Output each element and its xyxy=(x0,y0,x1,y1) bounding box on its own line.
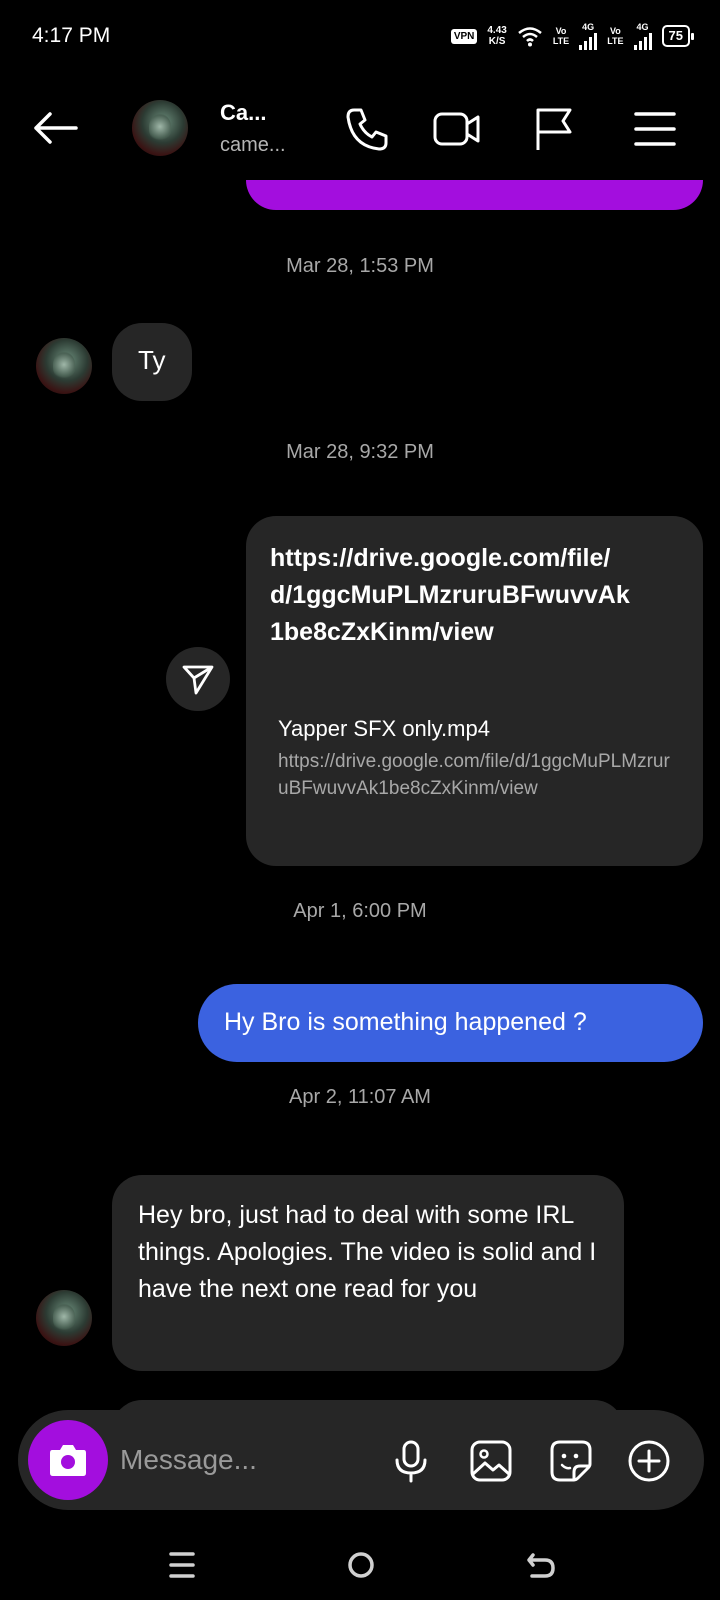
chat-header: Ca... came... xyxy=(0,80,720,180)
sticker-button[interactable] xyxy=(548,1438,594,1484)
back-button[interactable] xyxy=(28,106,84,150)
microphone-icon xyxy=(395,1440,427,1483)
recent-apps-button[interactable] xyxy=(157,1540,207,1590)
incoming-message-bubble-partial[interactable] xyxy=(112,1400,624,1410)
sticker-icon xyxy=(550,1440,592,1482)
plus-icon xyxy=(628,1440,670,1482)
sim1-volte-label: Vo LTE xyxy=(553,26,569,46)
vpn-badge: VPN xyxy=(450,28,478,44)
contact-username[interactable]: came... xyxy=(220,134,286,157)
video-call-button[interactable] xyxy=(432,104,482,154)
recent-apps-icon xyxy=(169,1552,195,1578)
status-bar: 4:17 PM VPN 4.43 K/S Vo LTE 4G Vo LTE 4G xyxy=(0,0,720,72)
report-button[interactable] xyxy=(530,104,580,154)
camera-button[interactable] xyxy=(28,1420,108,1500)
status-time: 4:17 PM xyxy=(32,24,111,47)
sim2-signal-icon xyxy=(633,32,652,50)
network-speed-unit: K/S xyxy=(488,36,506,47)
link-preview-title[interactable]: Yapper SFX only.mp4 xyxy=(278,716,490,742)
outgoing-message-bubble-partial[interactable] xyxy=(246,180,703,210)
link-preview-url[interactable]: https://drive.google.com/file/d/1ggcMuPL… xyxy=(278,748,678,802)
timestamp: Mar 28, 9:32 PM xyxy=(286,441,434,463)
outgoing-message-bubble[interactable]: Hy Bro is something happened ? xyxy=(198,984,703,1062)
wifi-icon xyxy=(518,27,542,47)
network-speed: 4.43 K/S xyxy=(487,25,506,47)
contact-name[interactable]: Ca... xyxy=(220,100,266,126)
voice-call-button[interactable] xyxy=(342,104,392,154)
message-input[interactable] xyxy=(120,1440,370,1480)
menu-icon xyxy=(634,112,676,146)
message-thread[interactable]: Mar 28, 1:53 PM Ty Mar 28, 9:32 PM https… xyxy=(0,180,720,1410)
link-message-card[interactable]: https://drive.google.com/file/d/1ggcMuPL… xyxy=(246,516,703,866)
timestamp: Apr 2, 11:07 AM xyxy=(289,1086,431,1108)
home-icon xyxy=(348,1552,374,1578)
battery-icon: 75 xyxy=(661,25,695,47)
network-speed-value: 4.43 xyxy=(487,25,507,36)
sim2-volte-bottom: LTE xyxy=(607,36,624,46)
more-options-button[interactable] xyxy=(626,1438,672,1484)
gallery-icon xyxy=(470,1440,512,1482)
send-icon xyxy=(182,665,214,695)
sim1-signal-icon xyxy=(579,32,598,50)
system-back-button[interactable] xyxy=(516,1540,566,1590)
sim1-network-label: 4G xyxy=(579,22,598,50)
back-arrow-icon xyxy=(34,112,78,144)
phone-icon xyxy=(346,108,388,151)
system-back-icon xyxy=(527,1553,555,1578)
message-composer xyxy=(18,1410,704,1510)
menu-button[interactable] xyxy=(630,104,680,154)
contact-avatar[interactable] xyxy=(132,100,188,156)
timestamp: Apr 1, 6:00 PM xyxy=(293,900,427,922)
link-message-text[interactable]: https://drive.google.com/file/d/1ggcMuPL… xyxy=(270,540,630,651)
sim1-volte-bottom: LTE xyxy=(552,36,570,46)
sim2-network-type: 4G xyxy=(636,22,649,32)
camera-icon xyxy=(50,1445,86,1476)
gallery-button[interactable] xyxy=(468,1438,514,1484)
voice-message-button[interactable] xyxy=(388,1438,434,1484)
timestamp: Mar 28, 1:53 PM xyxy=(286,255,434,277)
system-navigation-bar xyxy=(0,1530,720,1600)
home-button[interactable] xyxy=(336,1540,386,1590)
sim2-volte-label: Vo LTE xyxy=(607,26,623,46)
sim2-network-label: 4G xyxy=(633,22,652,50)
incoming-message-bubble[interactable]: Ty xyxy=(112,323,192,401)
sender-avatar[interactable] xyxy=(36,1290,92,1346)
sim2-volte-top: Vo xyxy=(609,26,621,36)
status-icons: VPN 4.43 K/S Vo LTE 4G Vo LTE 4G 75 xyxy=(450,20,695,52)
sim1-network-type: 4G xyxy=(582,22,595,32)
share-button[interactable] xyxy=(166,647,230,711)
flag-icon xyxy=(536,108,572,150)
sender-avatar[interactable] xyxy=(36,338,92,394)
video-camera-icon xyxy=(433,112,480,146)
sim1-volte-top: Vo xyxy=(555,26,567,36)
incoming-message-bubble[interactable]: Hey bro, just had to deal with some IRL … xyxy=(112,1175,624,1371)
